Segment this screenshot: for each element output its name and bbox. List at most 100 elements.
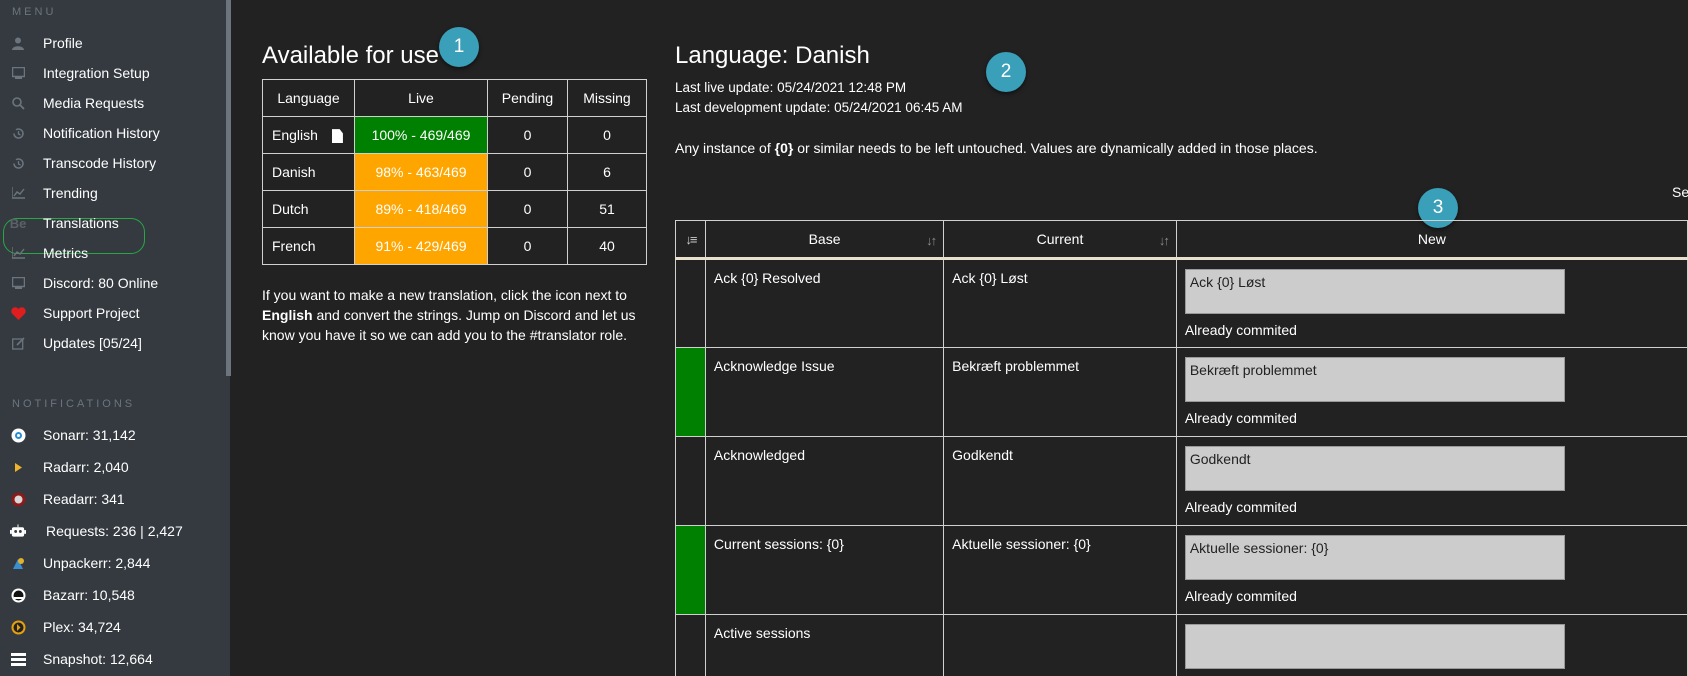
new-cell: Godkendt Already commited [1175, 436, 1688, 526]
sidebar-item-label: Metrics [43, 245, 89, 261]
note-text-part: Any instance of [675, 140, 775, 156]
new-cell: Ack {0} Løst Already commited [1175, 258, 1688, 348]
unpackerr-icon [10, 555, 26, 571]
new-translation-input[interactable]: Ack {0} Løst [1184, 269, 1565, 314]
sidebar-item-notification-history[interactable]: Notification History [0, 118, 226, 148]
sort-icon[interactable]: ↓↑ [926, 233, 937, 248]
current-cell [943, 614, 1177, 676]
notification-item-label: Requests: 236 | 2,427 [46, 523, 183, 539]
notification-item-bazarr[interactable]: Bazarr: 10,548 [0, 580, 226, 610]
sidebar-item-label: Transcode History [43, 155, 157, 171]
notification-item-label: Bazarr: 10,548 [43, 587, 135, 603]
sidebar-item-media-requests[interactable]: Media Requests [0, 88, 226, 118]
status-sort-header[interactable]: ↓≡ [675, 220, 706, 259]
base-cell: Acknowledged [704, 436, 945, 526]
sidebar-item-integration-setup[interactable]: Integration Setup [0, 58, 226, 88]
notification-item-requests[interactable]: Requests: 236 | 2,427 [0, 516, 226, 546]
current-cell: Ack {0} Løst [943, 258, 1177, 348]
current-cell: Bekræft problemmet [943, 347, 1177, 437]
status-cell [675, 347, 706, 437]
pending-cell: 0 [487, 116, 568, 154]
step-badge-1: 1 [439, 27, 479, 67]
new-translation-input[interactable]: Godkendt [1184, 446, 1565, 491]
commit-status: Already commited [1184, 499, 1297, 515]
language-name: Danish [262, 153, 355, 191]
sidebar-item-profile[interactable]: Profile [0, 28, 226, 58]
base-cell: Current sessions: {0} [704, 525, 945, 615]
new-translation-input[interactable]: Aktuelle sessioner: {0} [1184, 535, 1565, 580]
sort-icon[interactable]: ↓≡ [685, 232, 697, 247]
new-translation-input[interactable]: Bekræft problemmet [1184, 357, 1565, 402]
table-row[interactable]: Danish 98% - 463/469 0 6 [262, 153, 647, 191]
notification-item-plex[interactable]: Plex: 34,724 [0, 612, 226, 642]
missing-cell: 0 [567, 116, 647, 154]
table-row[interactable]: English 100% - 469/469 0 0 [262, 116, 647, 154]
missing-cell: 6 [567, 153, 647, 191]
file-icon[interactable] [331, 129, 343, 144]
help-text-bold: English [262, 307, 313, 323]
new-cell: Aktuelle sessioner: {0} Already commited [1175, 525, 1688, 615]
status-cell [675, 614, 706, 676]
sidebar-item-support-project[interactable]: Support Project [0, 298, 226, 328]
sidebar-item-label: Translations [43, 215, 119, 231]
new-translation-input[interactable] [1184, 624, 1565, 669]
user-icon [10, 35, 26, 51]
sidebar-item-label: Updates [05/24] [43, 335, 142, 351]
column-header-label: New [1417, 231, 1446, 247]
table-row[interactable]: Dutch 89% - 418/469 0 51 [262, 190, 647, 228]
sidebar-item-translations[interactable]: Be Translations [0, 208, 226, 238]
new-cell [1175, 614, 1688, 676]
truncated-label: Se [1672, 184, 1688, 200]
table-row: Acknowledge Issue Bekræft problemmet Bek… [675, 347, 1688, 437]
behance-icon: Be [9, 215, 27, 231]
table-row: Ack {0} Resolved Ack {0} Løst Ack {0} Lø… [675, 258, 1688, 348]
language-cell: English [262, 116, 355, 154]
sidebar-item-updates[interactable]: Updates [05/24] [0, 328, 226, 358]
readarr-icon [10, 491, 26, 507]
column-header-language[interactable]: Language [262, 79, 355, 117]
live-progress-cell: 98% - 463/469 [354, 153, 488, 191]
table-header-row: Language Live Pending Missing [262, 79, 647, 117]
column-header-missing[interactable]: Missing [567, 79, 647, 117]
notification-item-label: Snapshot: 12,664 [43, 651, 153, 667]
chart-line-icon [10, 245, 26, 261]
sidebar-item-label: Support Project [43, 305, 140, 321]
sonarr-icon [10, 427, 26, 443]
sidebar-item-discord[interactable]: Discord: 80 Online [0, 268, 226, 298]
table-row[interactable]: French 91% - 429/469 0 40 [262, 227, 647, 265]
live-progress-cell: 91% - 429/469 [354, 227, 488, 265]
notification-item-unpackerr[interactable]: Unpackerr: 2,844 [0, 548, 226, 578]
current-cell: Godkendt [943, 436, 1177, 526]
help-text-part: If you want to make a new translation, c… [262, 287, 627, 303]
language-name: Dutch [262, 190, 355, 228]
column-header-current[interactable]: Current ↓↑ [943, 220, 1177, 259]
notification-item-snapshot[interactable]: Snapshot: 12,664 [0, 644, 226, 674]
notification-item-radarr[interactable]: Radarr: 2,040 [0, 452, 226, 482]
table-row: Acknowledged Godkendt Godkendt Already c… [675, 436, 1688, 526]
sort-icon[interactable]: ↓↑ [1159, 233, 1170, 248]
base-cell: Ack {0} Resolved [704, 258, 945, 348]
language-title: Language: Danish [675, 42, 870, 69]
new-cell: Bekræft problemmet Already commited [1175, 347, 1688, 437]
note-text-part: or similar needs to be left untouched. V… [793, 140, 1318, 156]
missing-cell: 40 [567, 227, 647, 265]
sidebar-item-transcode-history[interactable]: Transcode History [0, 148, 226, 178]
notification-item-readarr[interactable]: Readarr: 341 [0, 484, 226, 514]
column-header-new[interactable]: New [1175, 220, 1688, 259]
column-header-label: Base [808, 231, 841, 247]
bazarr-icon [10, 587, 26, 603]
sidebar-item-metrics[interactable]: Metrics [0, 238, 226, 268]
search-icon [10, 95, 26, 111]
base-cell: Acknowledge Issue [704, 347, 945, 437]
column-header-pending[interactable]: Pending [487, 79, 568, 117]
column-header-live[interactable]: Live [354, 79, 488, 117]
sidebar-item-trending[interactable]: Trending [0, 178, 226, 208]
last-development-update: Last development update: 05/24/2021 06:4… [675, 100, 963, 115]
current-cell: Aktuelle sessioner: {0} [943, 525, 1177, 615]
snapshot-icon [10, 651, 26, 667]
notification-item-sonarr[interactable]: Sonarr: 31,142 [0, 420, 226, 450]
sidebar-item-label: Profile [43, 35, 83, 51]
sidebar-scrollbar[interactable] [226, 0, 231, 376]
notification-item-label: Radarr: 2,040 [43, 459, 129, 475]
column-header-base[interactable]: Base ↓↑ [704, 220, 945, 259]
